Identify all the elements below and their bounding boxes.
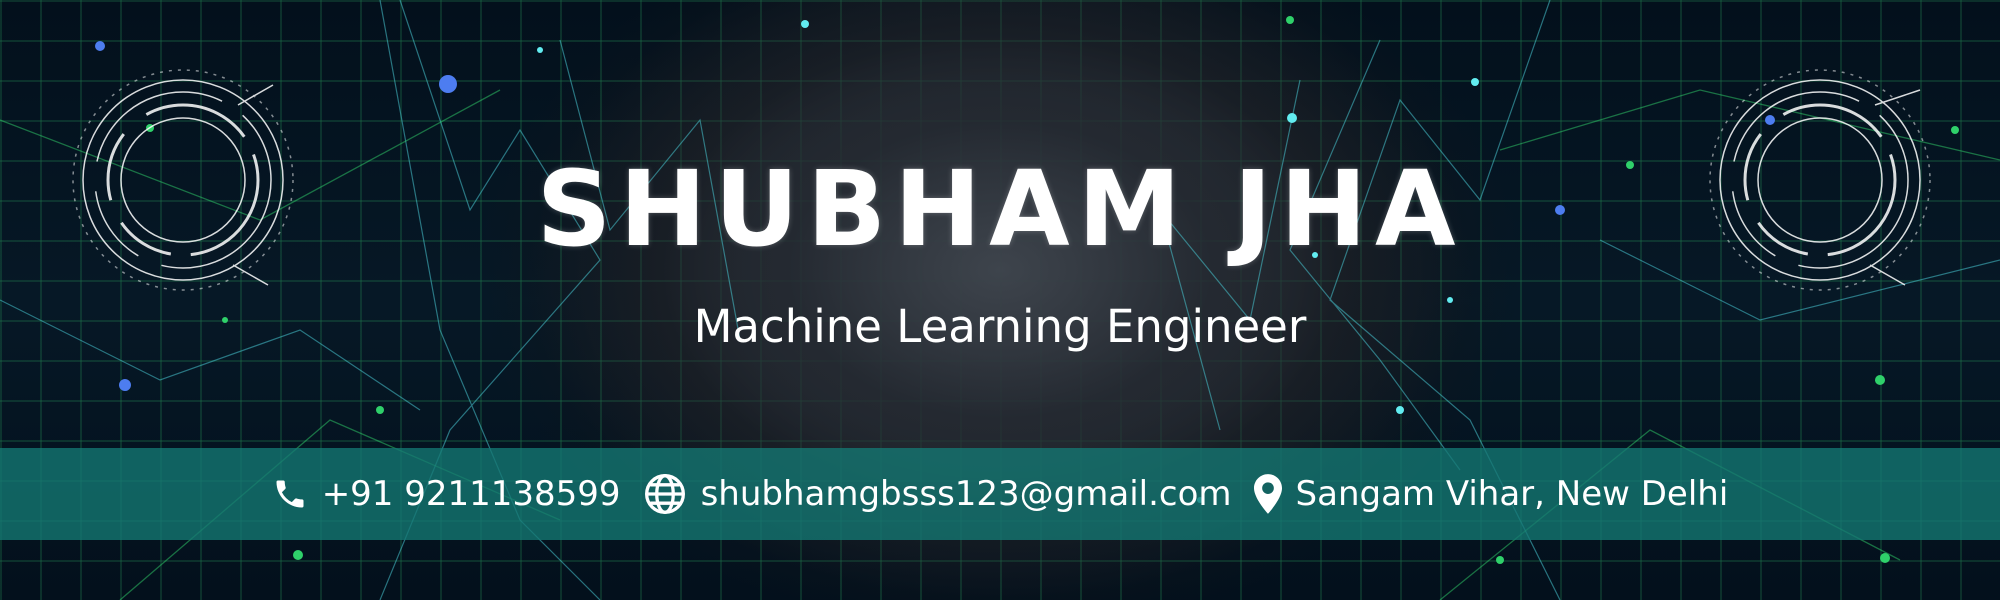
- contact-bar: +91 9211138599 shubhamgbsss123@gmail.com…: [0, 448, 2000, 540]
- contact-location[interactable]: Sangam Vihar, New Delhi: [1253, 474, 1729, 514]
- profile-banner: SHUBHAM JHA Machine Learning Engineer +9…: [0, 0, 2000, 600]
- globe-icon: [644, 474, 685, 514]
- contact-email[interactable]: shubhamgbsss123@gmail.com: [643, 472, 1232, 516]
- profile-name: SHUBHAM JHA: [536, 148, 1464, 270]
- phone-number: +91 9211138599: [321, 474, 621, 514]
- contact-phone[interactable]: +91 9211138599: [272, 474, 621, 514]
- map-pin-icon: [1253, 474, 1282, 514]
- phone-icon: [276, 480, 304, 508]
- location-text: Sangam Vihar, New Delhi: [1295, 474, 1729, 514]
- profile-title: Machine Learning Engineer: [693, 300, 1307, 353]
- email-address: shubhamgbsss123@gmail.com: [700, 474, 1232, 514]
